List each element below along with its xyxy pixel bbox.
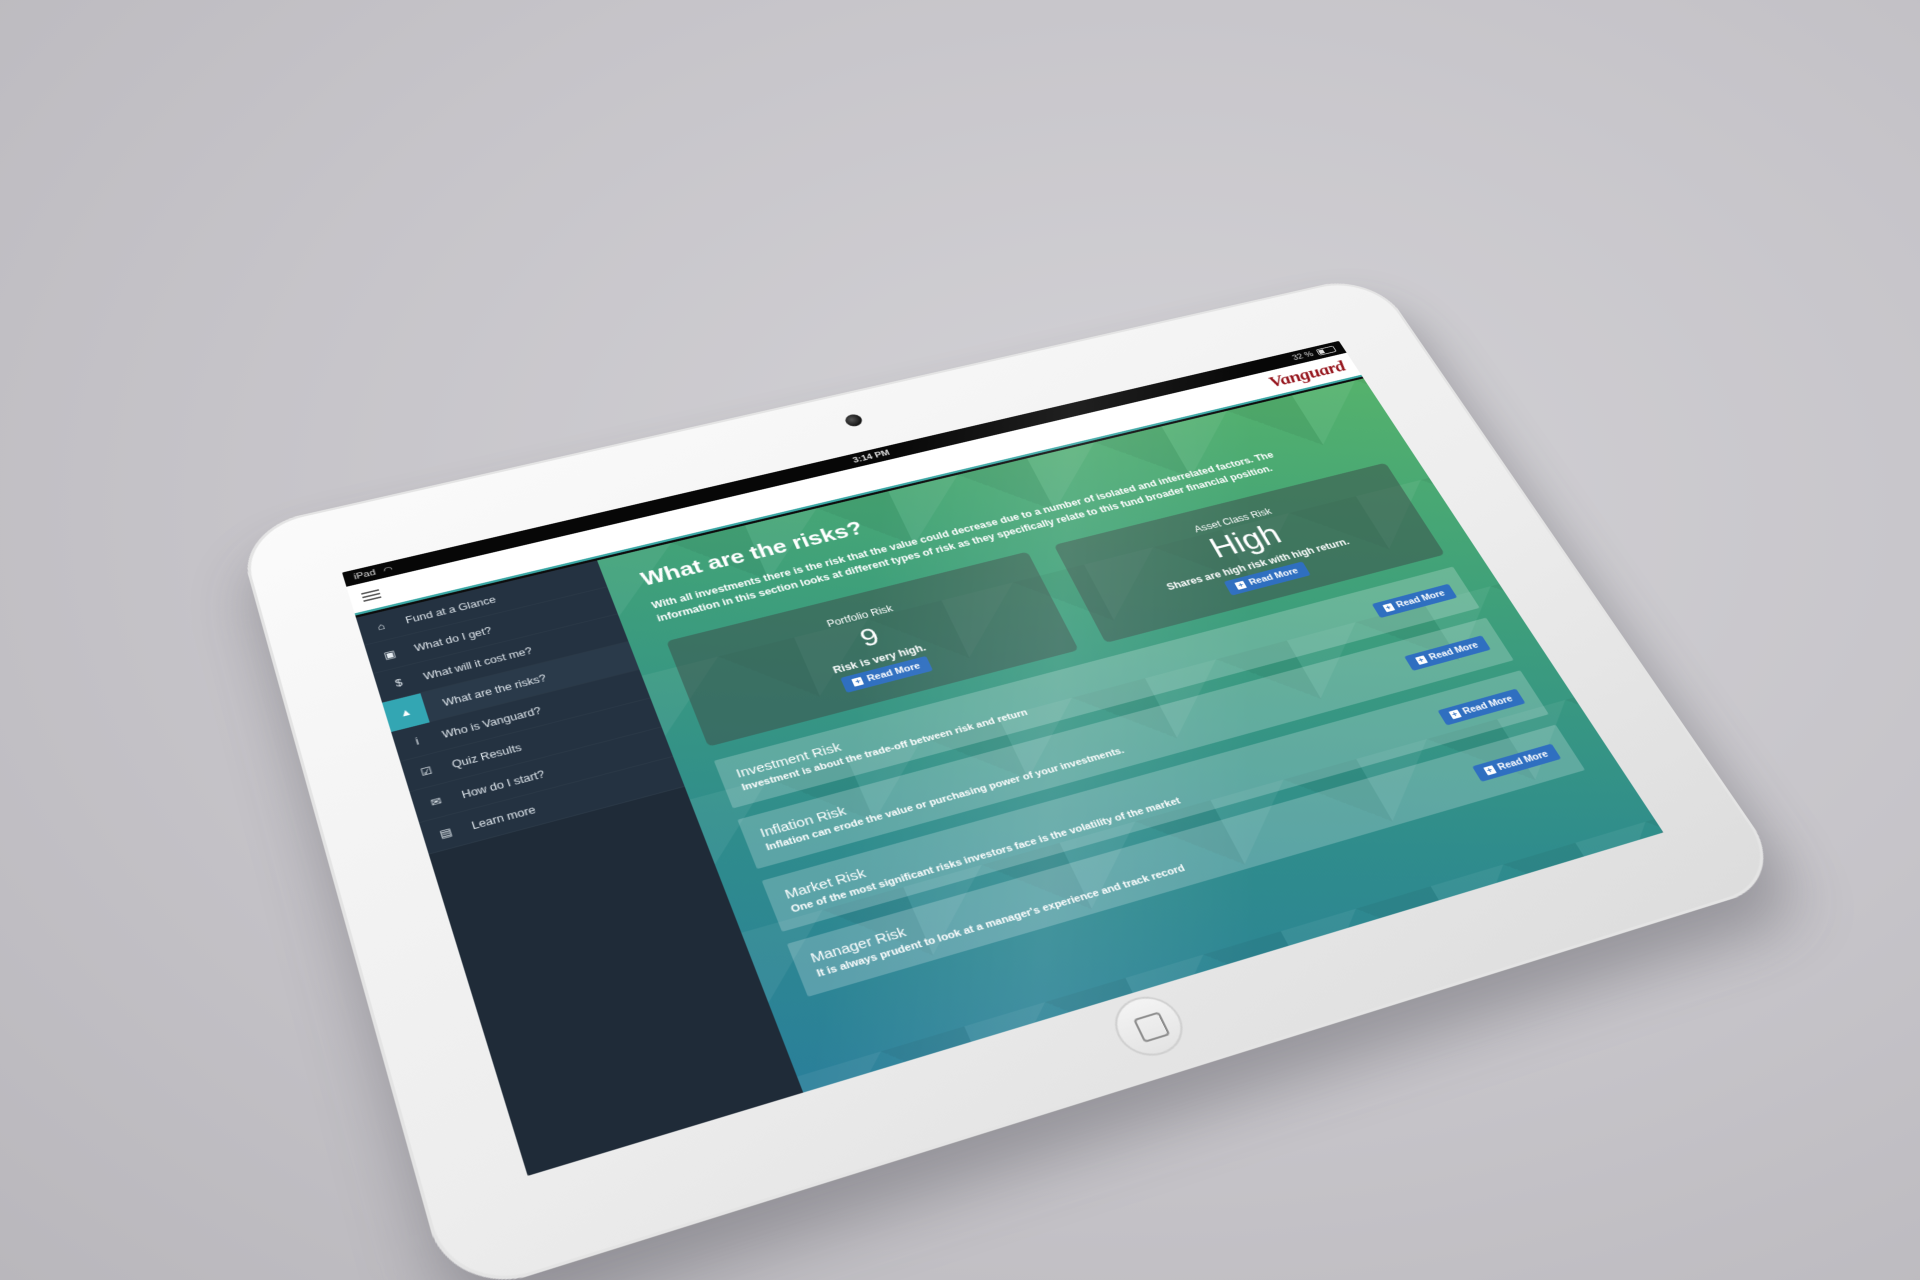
manager-risk-read-more-button[interactable]: + Read More <box>1472 744 1561 782</box>
checkbox-icon: ☑ <box>418 764 436 779</box>
button-label: Read More <box>1496 749 1551 772</box>
market-risk-read-more-button[interactable]: + Read More <box>1437 689 1525 726</box>
plus-icon: + <box>1483 765 1497 775</box>
plus-icon: + <box>1448 709 1461 719</box>
hamburger-menu-icon[interactable] <box>361 589 381 602</box>
plus-icon: + <box>1415 655 1428 665</box>
camera-icon <box>843 413 864 428</box>
comments-icon: ✉ <box>427 794 445 809</box>
home-button[interactable] <box>1104 989 1193 1064</box>
portfolio-risk-value: 9 <box>855 622 884 653</box>
inflation-risk-read-more-button[interactable]: + Read More <box>1404 635 1491 671</box>
investment-risk-read-more-button[interactable]: + Read More <box>1372 584 1458 618</box>
plus-icon: + <box>851 676 864 686</box>
dollar-icon: $ <box>390 676 407 690</box>
sidebar-item-label: Learn more <box>470 803 537 831</box>
book-icon: ▤ <box>437 825 455 840</box>
button-label: Read More <box>1427 640 1480 662</box>
app-content: ⌂ Fund at a Glance ▣ What do I get? $ Wh… <box>356 378 1663 1176</box>
ipad-device: iPad ◠ 3:14 PM 32 % Vanguard ⌂ Fund at a… <box>236 273 1791 1280</box>
ipad-screen: iPad ◠ 3:14 PM 32 % Vanguard ⌂ Fund at a… <box>342 341 1663 1176</box>
plus-icon: + <box>1382 603 1395 612</box>
info-icon: i <box>408 734 426 749</box>
button-label: Read More <box>1394 589 1447 610</box>
background: iPad ◠ 3:14 PM 32 % Vanguard ⌂ Fund at a… <box>0 0 1920 1280</box>
briefcase-icon: ▣ <box>381 647 398 661</box>
home-icon: ⌂ <box>372 619 389 633</box>
plus-icon: + <box>1234 580 1247 589</box>
button-label: Read More <box>1461 694 1515 716</box>
